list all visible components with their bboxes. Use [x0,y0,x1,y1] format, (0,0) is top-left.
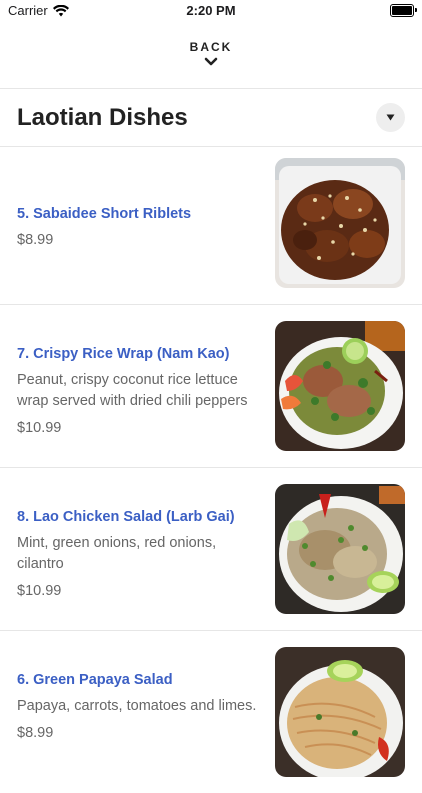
item-description: Papaya, carrots, tomatoes and limes. [17,698,257,714]
status-bar: Carrier 2:20 PM [0,0,422,22]
divider [0,88,422,89]
fried-riblets-photo [275,158,405,288]
item-text: 5. Sabaidee Short Riblets $8.99 [17,204,262,250]
item-price: $10.99 [17,420,62,436]
item-description: Peanut, crispy coconut rice lettuce wrap… [17,372,248,409]
battery-icon [390,4,417,17]
back-label: BACK [189,40,233,54]
menu-item[interactable]: 5. Sabaidee Short Riblets $8.99 [0,146,422,309]
nam-kao-photo [275,321,405,451]
item-name: 8. Lao Chicken Salad (Larb Gai) [17,509,235,525]
item-name: 7. Crispy Rice Wrap (Nam Kao) [17,346,230,362]
back-button[interactable]: BACK [0,40,422,80]
menu-item[interactable]: 8. Lao Chicken Salad (Larb Gai) Mint, gr… [0,467,422,630]
item-name: 5. Sabaidee Short Riblets [17,206,192,222]
caret-down-icon [386,114,395,121]
item-text: 8. Lao Chicken Salad (Larb Gai) Mint, gr… [17,507,262,601]
item-text: 6. Green Papaya Salad Papaya, carrots, t… [17,670,262,743]
section-dropdown-button[interactable] [376,103,405,132]
section-header: Laotian Dishes [0,90,422,146]
item-price: $8.99 [17,232,54,248]
item-text: 7. Crispy Rice Wrap (Nam Kao) Peanut, cr… [17,344,262,438]
item-description: Mint, green onions, red onions, cilantro [17,535,217,572]
larb-gai-photo [275,484,405,614]
section-title: Laotian Dishes [17,104,188,131]
menu-item[interactable]: 6. Green Papaya Salad Papaya, carrots, t… [0,630,422,793]
item-price: $10.99 [17,583,62,599]
menu-item[interactable]: 7. Crispy Rice Wrap (Nam Kao) Peanut, cr… [0,304,422,467]
item-price: $8.99 [17,725,54,741]
item-name: 6. Green Papaya Salad [17,672,173,688]
chevron-down-icon [204,57,218,66]
papaya-salad-photo [275,647,405,777]
status-time: 2:20 PM [186,3,236,18]
